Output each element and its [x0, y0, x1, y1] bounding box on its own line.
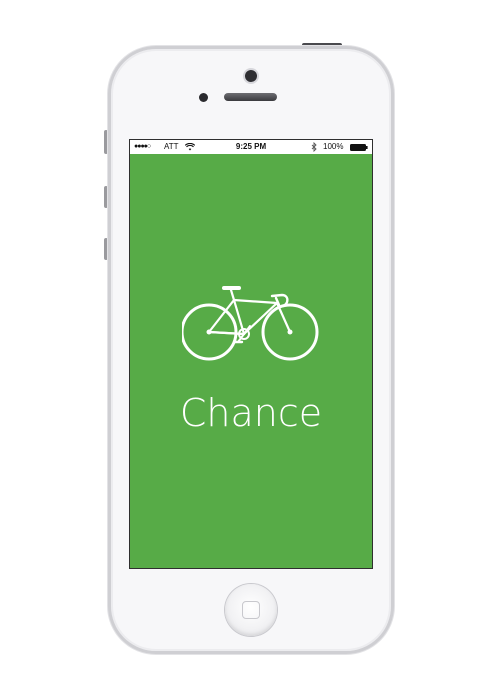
battery-percent: 100%	[323, 142, 344, 151]
status-bar: ●●●●○ ATT 9:25 PM 100%	[130, 140, 372, 154]
screen: ●●●●○ ATT 9:25 PM 100% Chance	[129, 139, 373, 569]
home-square-icon	[242, 601, 260, 619]
front-camera	[245, 70, 257, 82]
home-button[interactable]	[225, 584, 277, 636]
earpiece-speaker	[224, 93, 277, 101]
proximity-sensor	[199, 93, 208, 102]
app-name: Chance	[179, 391, 323, 435]
battery-icon	[350, 144, 368, 151]
bicycle-icon	[182, 286, 319, 361]
bluetooth-icon	[311, 142, 317, 152]
device-mockup: ●●●●○ ATT 9:25 PM 100% Chance	[0, 0, 500, 700]
